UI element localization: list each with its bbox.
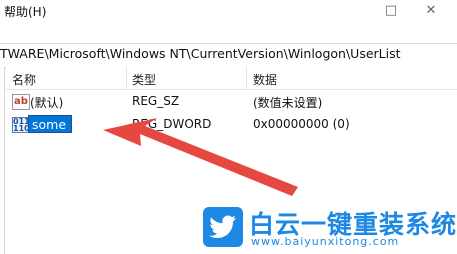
bird-icon (209, 215, 236, 239)
close-icon[interactable]: ✕ (414, 2, 448, 20)
value-name-edit-field[interactable]: some (28, 115, 72, 133)
tree-pane-edge (0, 67, 5, 254)
registry-editor-window: 帮助(H) □ ✕ TWARE\Microsoft\Windows NT\Cur… (0, 0, 457, 254)
watermark-url: www.baiyunxitong.com (251, 235, 400, 248)
address-path[interactable]: TWARE\Microsoft\Windows NT\CurrentVersio… (0, 46, 401, 61)
value-name: (默认) (30, 96, 64, 110)
column-header-type[interactable]: 类型 (132, 71, 156, 88)
value-data: (数值未设置) (253, 96, 323, 110)
value-type: REG_DWORD (132, 117, 212, 131)
value-type: REG_SZ (132, 94, 180, 108)
watermark-logo: 白云一键重装系统 www.baiyunxitong.com (203, 207, 456, 252)
column-divider[interactable] (126, 67, 127, 89)
menu-help[interactable]: 帮助(H) (4, 3, 46, 20)
menu-bar: 帮助(H) □ ✕ (0, 0, 457, 22)
column-header-data[interactable]: 数据 (253, 71, 277, 88)
maximize-icon[interactable]: □ (374, 2, 408, 20)
column-divider[interactable] (246, 67, 247, 89)
logo-badge (203, 207, 243, 247)
column-header-name[interactable]: 名称 (12, 71, 36, 88)
string-value-icon: ab (12, 94, 30, 110)
list-header: 名称 类型 数据 (6, 67, 457, 90)
value-data: 0x00000000 (0) (253, 117, 350, 131)
list-item[interactable]: ab (默认) REG_SZ (数值未设置) (6, 91, 457, 113)
list-item-selected[interactable]: 011 110 some REG_DWORD 0x00000000 (0) (6, 114, 457, 136)
address-bar[interactable]: TWARE\Microsoft\Windows NT\CurrentVersio… (0, 43, 457, 68)
